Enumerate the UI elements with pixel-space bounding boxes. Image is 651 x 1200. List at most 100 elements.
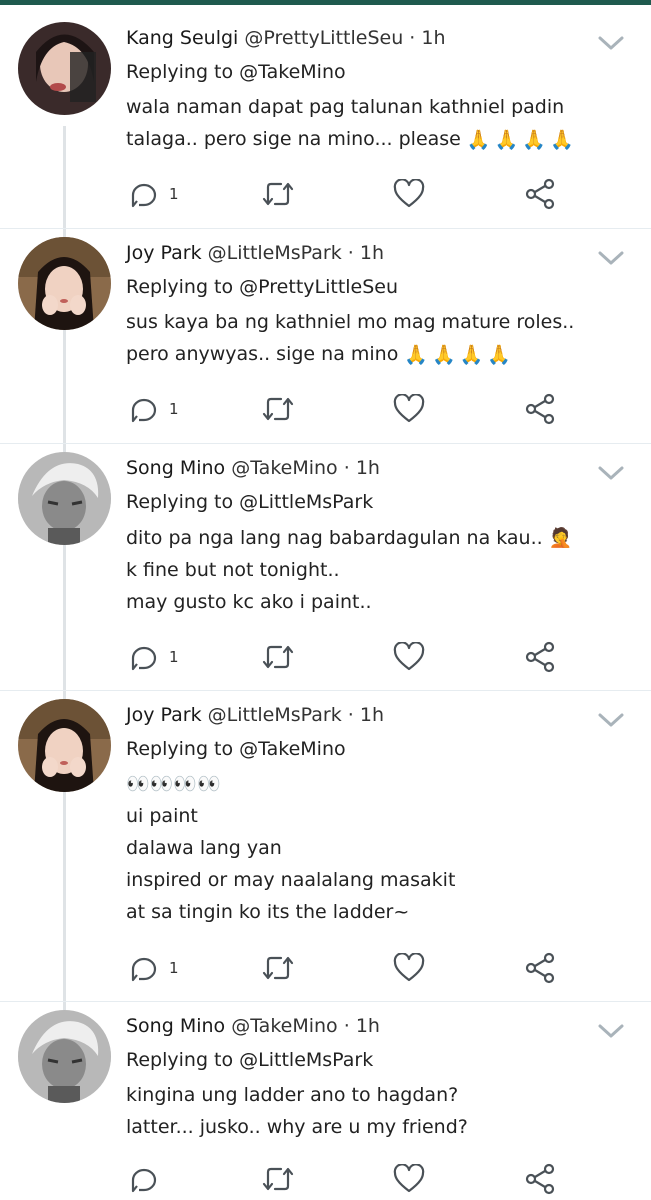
like-button[interactable] — [393, 951, 425, 985]
pray-emoji: 🙏 — [466, 128, 491, 151]
retweet-button[interactable] — [261, 640, 295, 674]
handle[interactable]: @PrettyLittleSeu — [244, 27, 403, 49]
timestamp[interactable]: 1h — [421, 27, 445, 49]
share-icon — [525, 641, 555, 673]
pray-emoji: 🙏 — [549, 128, 574, 151]
share-button[interactable] — [525, 640, 555, 674]
share-icon — [525, 393, 555, 425]
replying-to[interactable]: Replying to @LittleMsPark — [126, 1048, 373, 1072]
share-button[interactable] — [525, 177, 555, 211]
tweet-text-line-content: talaga.. pero sige na mino... please — [126, 128, 461, 150]
chevron-down-icon[interactable] — [596, 1021, 626, 1041]
reply-icon — [131, 1168, 157, 1193]
tweet-actions: 1 — [126, 640, 556, 674]
timestamp[interactable]: 1h — [360, 242, 384, 264]
tweet-header: Song Mino @TakeMino · 1h — [126, 1014, 380, 1038]
chevron-down-icon[interactable] — [596, 463, 626, 483]
share-button[interactable] — [525, 951, 555, 985]
share-icon — [525, 1163, 555, 1195]
tweet-text-line: dito pa nga lang nag babardagulan na kau… — [126, 522, 626, 554]
retweet-button[interactable] — [261, 177, 295, 211]
tweet-text: sus kaya ba ng kathniel mo mag mature ro… — [126, 306, 626, 371]
reply-button[interactable]: 1 — [129, 392, 179, 426]
tweet-actions: 1 — [126, 392, 556, 426]
tweet-text: 👀👀👀👀 ui paint dalawa lang yan inspired o… — [126, 768, 626, 928]
pray-emoji: 🙏 — [522, 128, 546, 151]
display-name[interactable]: Song Mino — [126, 1015, 225, 1037]
display-name[interactable]: Joy Park — [126, 704, 202, 726]
handle[interactable]: @TakeMino — [231, 457, 337, 479]
replying-to[interactable]: Replying to @TakeMino — [126, 737, 346, 761]
tweet-text-line: sus kaya ba ng kathniel mo mag mature ro… — [126, 311, 575, 333]
timestamp[interactable]: 1h — [360, 704, 384, 726]
avatar-joy-park[interactable] — [18, 237, 111, 330]
heart-icon — [393, 179, 425, 208]
reply-button[interactable]: 1 — [129, 177, 179, 211]
display-name[interactable]: Song Mino — [126, 457, 225, 479]
retweet-button[interactable] — [261, 1162, 295, 1196]
tweet-text: wala naman dapat pag talunan kathniel pa… — [126, 91, 626, 156]
retweet-icon — [262, 645, 294, 669]
replying-to[interactable]: Replying to @PrettyLittleSeu — [126, 275, 398, 299]
heart-icon — [393, 953, 425, 982]
timestamp[interactable]: 1h — [356, 1015, 380, 1037]
retweet-icon — [262, 182, 294, 206]
tweet-text: dito pa nga lang nag babardagulan na kau… — [126, 522, 626, 618]
reply-count: 1 — [169, 400, 179, 418]
display-name[interactable]: Joy Park — [126, 242, 202, 264]
tweet-text-line: ui paint — [126, 805, 198, 827]
replying-to[interactable]: Replying to @LittleMsPark — [126, 490, 373, 514]
tweet-text-line: at sa tingin ko its the ladder~ — [126, 901, 410, 923]
reply-icon — [131, 183, 157, 208]
chevron-down-icon[interactable] — [596, 710, 626, 730]
reply-button[interactable] — [129, 1162, 169, 1196]
separator: · — [343, 1015, 350, 1037]
handle[interactable]: @LittleMsPark — [208, 704, 342, 726]
reply-button[interactable]: 1 — [129, 951, 179, 985]
retweet-icon — [262, 397, 294, 421]
tweet-text: kingina ung ladder ano to hagdan? latter… — [126, 1079, 626, 1143]
like-button[interactable] — [393, 392, 425, 426]
chevron-down-icon[interactable] — [596, 33, 626, 53]
reply-button[interactable]: 1 — [129, 640, 179, 674]
handle[interactable]: @TakeMino — [231, 1015, 337, 1037]
tweet-text-line-content: pero anywyas.. sige na mino — [126, 343, 399, 365]
pray-emoji: 🙏 — [404, 343, 429, 366]
app-top-bar — [0, 0, 651, 5]
tweet-divider — [0, 443, 651, 444]
tweet-text-line: wala naman dapat pag talunan kathniel pa… — [126, 96, 565, 118]
share-icon — [525, 952, 555, 984]
like-button[interactable] — [393, 1162, 425, 1196]
tweet-text-line: k fine but not tonight.. — [126, 559, 340, 581]
tweet-header: Joy Park @LittleMsPark · 1h — [126, 703, 384, 727]
share-button[interactable] — [525, 392, 555, 426]
handle[interactable]: @LittleMsPark — [208, 242, 342, 264]
tweet-actions — [126, 1162, 556, 1196]
retweet-icon — [262, 1167, 294, 1191]
avatar-joy-park[interactable] — [18, 699, 111, 792]
retweet-button[interactable] — [261, 392, 295, 426]
facepalm-emoji: 🤦 — [548, 527, 573, 549]
pray-emoji: 🙏 — [494, 128, 519, 151]
reply-count: 1 — [169, 185, 179, 203]
like-button[interactable] — [393, 640, 425, 674]
tweet-header: Song Mino @TakeMino · 1h — [126, 456, 380, 480]
emoji-group: 🙏 🙏 🙏 🙏 — [467, 124, 574, 156]
replying-to[interactable]: Replying to @TakeMino — [126, 60, 346, 84]
avatar-song-mino[interactable] — [18, 452, 111, 545]
heart-icon — [393, 1164, 425, 1193]
reply-count: 1 — [169, 959, 179, 977]
tweet-text-line: inspired or may naalalang masakit — [126, 869, 456, 891]
like-button[interactable] — [393, 177, 425, 211]
share-icon — [525, 178, 555, 210]
avatar-song-mino[interactable] — [18, 1010, 111, 1103]
heart-icon — [393, 394, 425, 423]
avatar-kang-seulgi[interactable] — [18, 22, 111, 115]
share-button[interactable] — [525, 1162, 555, 1196]
separator: · — [343, 457, 350, 479]
display-name[interactable]: Kang Seulgi — [126, 27, 238, 49]
chevron-down-icon[interactable] — [596, 248, 626, 268]
retweet-button[interactable] — [261, 951, 295, 985]
timestamp[interactable]: 1h — [356, 457, 380, 479]
reply-count: 1 — [169, 648, 179, 666]
